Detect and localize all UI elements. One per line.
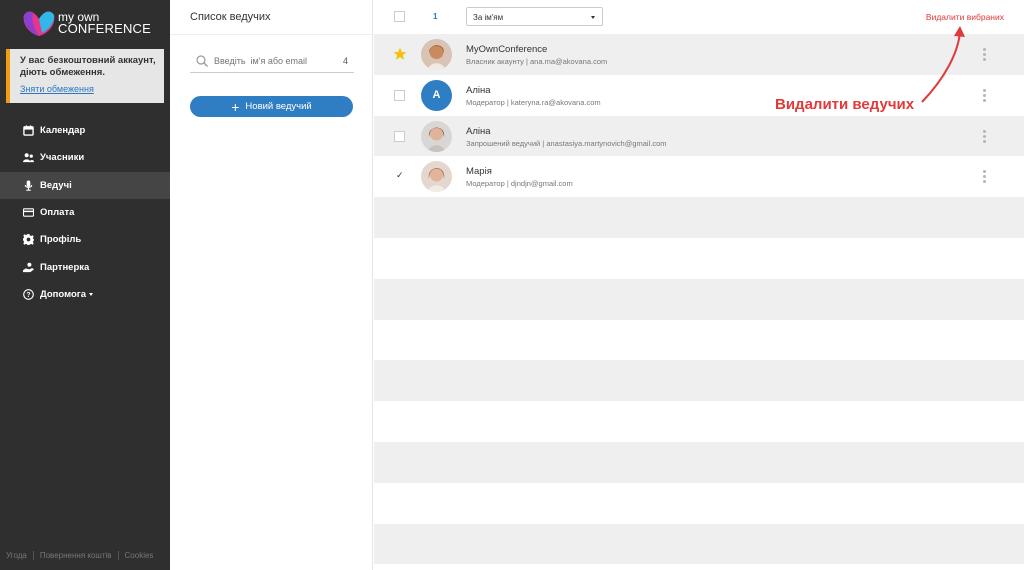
annotation-label: Видалити ведучих xyxy=(775,96,915,113)
empty-row xyxy=(374,320,1024,361)
host-details: Модератор | kateryna.ra@akovana.com xyxy=(466,97,601,107)
sidebar-item-label: Профіль xyxy=(40,234,82,246)
users-icon xyxy=(22,152,34,164)
host-details: Власник акаунту | ana.ma@akovana.com xyxy=(466,57,608,66)
sidebar-item-hosts[interactable]: Ведучі xyxy=(0,171,170,199)
sidebar-item-label: Оплата xyxy=(40,207,75,219)
row-checkbox[interactable] xyxy=(394,130,405,142)
sidebar-item-profile[interactable]: Профіль xyxy=(0,226,170,253)
avatar xyxy=(421,161,452,193)
remove-limits-link[interactable]: Зняти обмеження xyxy=(20,84,158,94)
sort-value: За ім'ям xyxy=(473,13,504,22)
table-row[interactable]: ✓ Марія Модератор | djndjn@gmail.com xyxy=(374,156,1024,197)
host-role: Власник акаунту xyxy=(466,57,524,66)
more-options-icon[interactable] xyxy=(983,48,986,61)
host-name: Марія xyxy=(466,166,492,178)
empty-row xyxy=(374,441,1024,483)
host-email: kateryna.ra@akovana.com xyxy=(510,97,601,107)
annotation-arrow-icon xyxy=(921,26,965,103)
avatar: A xyxy=(421,79,452,111)
logo-line2: CONFERENCE xyxy=(58,21,152,36)
sidebar-item-label: Партнерка xyxy=(40,261,90,273)
checkmark-icon: ✓ xyxy=(396,170,404,181)
hosts-count: 4 xyxy=(342,56,348,66)
cookies-link[interactable]: Cookies xyxy=(119,551,160,560)
sort-select[interactable]: За ім'ям xyxy=(466,7,603,26)
sidebar-item-help[interactable]: ? Допомога xyxy=(0,281,170,308)
sidebar-footer: Угода Повернення коштів Cookies xyxy=(0,551,170,560)
avatar-letter: A xyxy=(432,89,441,102)
card-icon xyxy=(22,207,34,219)
calendar-icon xyxy=(22,125,34,137)
host-email: ana.ma@akovana.com xyxy=(530,57,608,66)
empty-row xyxy=(374,401,1024,442)
partner-icon xyxy=(22,261,34,273)
sidebar-item-partner[interactable]: Партнерка xyxy=(0,253,170,280)
chevron-down-icon xyxy=(591,16,595,19)
page-title: Список ведучих xyxy=(190,11,271,23)
terms-link[interactable]: Угода xyxy=(0,551,34,560)
host-name: Аліна xyxy=(466,84,491,96)
host-name: MyOwnConference xyxy=(466,44,548,55)
empty-row xyxy=(374,238,1024,279)
avatar xyxy=(421,120,452,152)
row-checkbox[interactable] xyxy=(394,89,405,101)
sidebar-item-label: Календар xyxy=(40,125,86,137)
sidebar-item-payment[interactable]: Оплата xyxy=(0,199,170,226)
host-email: anastasiya.martynovich@gmail.com xyxy=(546,138,667,148)
sidebar-item-label: Ведучі xyxy=(40,179,72,191)
logo-mark-icon xyxy=(23,11,55,36)
logo[interactable]: my own CONFERENCE xyxy=(22,9,152,39)
avatar xyxy=(421,39,452,70)
more-options-icon[interactable] xyxy=(983,88,986,102)
search-input[interactable] xyxy=(214,56,324,66)
empty-row xyxy=(374,197,1024,238)
sidebar: my own CONFERENCE У вас безкоштовний акк… xyxy=(0,0,170,570)
plus-icon: + xyxy=(231,98,240,115)
host-details: Запрошений ведучий | anastasiya.martynov… xyxy=(466,138,667,148)
more-options-icon[interactable] xyxy=(983,129,986,143)
hosts-panel: Список ведучих 4 + Новий ведучий xyxy=(170,0,373,570)
divider xyxy=(170,34,373,35)
empty-row xyxy=(374,360,1024,402)
sidebar-item-calendar[interactable]: Календар xyxy=(0,117,170,144)
host-role: Модератор xyxy=(466,97,505,107)
selected-count: 1 xyxy=(433,12,438,21)
row-checkbox[interactable]: ✓ xyxy=(394,170,405,182)
svg-text:?: ? xyxy=(26,292,30,299)
more-options-icon[interactable] xyxy=(983,170,986,184)
select-all-checkbox[interactable] xyxy=(394,11,405,22)
host-name: Аліна xyxy=(466,125,491,137)
help-icon: ? xyxy=(22,288,34,300)
star-icon xyxy=(393,47,407,60)
empty-row xyxy=(374,483,1024,524)
search-icon xyxy=(196,55,208,67)
chevron-down-icon xyxy=(89,292,94,296)
sidebar-item-participants[interactable]: Учасники xyxy=(0,144,170,171)
hosts-table: MyOwnConference Власник акаунту | ana.ma… xyxy=(374,34,1024,565)
host-role: Запрошений ведучий xyxy=(466,138,541,148)
host-role: Модератор xyxy=(466,179,505,189)
sidebar-item-label: Допомога xyxy=(40,288,87,300)
refund-link[interactable]: Повернення коштів xyxy=(34,551,119,560)
sidebar-item-label: Учасники xyxy=(40,152,85,164)
host-details: Модератор | djndjn@gmail.com xyxy=(466,179,573,189)
gear-icon xyxy=(22,234,34,246)
notice-text: У вас безкоштовний аккаунт, діють обмеже… xyxy=(20,55,156,78)
search-box: 4 xyxy=(190,50,354,73)
logo-text: my own CONFERENCE xyxy=(58,11,151,35)
empty-row xyxy=(374,278,1024,320)
microphone-icon xyxy=(22,179,34,191)
new-host-button[interactable]: + Новий ведучий xyxy=(190,96,353,117)
empty-row xyxy=(374,523,1024,565)
new-host-label: Новий ведучий xyxy=(245,101,312,112)
free-account-notice: У вас безкоштовний аккаунт, діють обмеже… xyxy=(6,49,164,103)
table-row[interactable]: Аліна Запрошений ведучий | anastasiya.ma… xyxy=(374,115,1024,157)
host-email: djndjn@gmail.com xyxy=(510,179,573,189)
sidebar-nav: Календар Учасники Ведучі Оплата Профіль … xyxy=(0,117,170,308)
